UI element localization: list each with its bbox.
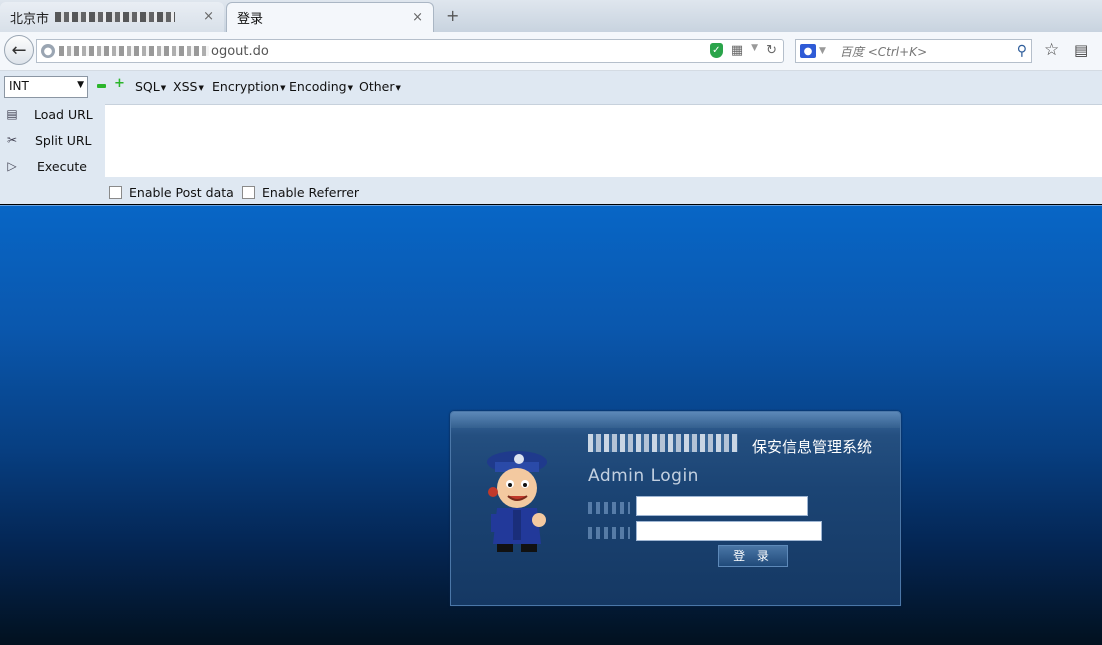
shield-icon[interactable]: ✓ bbox=[709, 43, 723, 58]
url-text: ogout.do bbox=[211, 43, 269, 59]
menu-sql[interactable]: SQL▼ bbox=[135, 79, 166, 94]
chevron-down-icon: ▼ bbox=[160, 83, 167, 92]
chevron-down-icon: ▼ bbox=[198, 83, 204, 92]
new-tab-icon[interactable]: + bbox=[446, 6, 459, 25]
chevron-down-icon: ▼ bbox=[77, 80, 84, 90]
scissors-icon: ✂ bbox=[6, 133, 18, 147]
checkbox-box[interactable] bbox=[109, 186, 122, 199]
close-icon[interactable]: × bbox=[412, 10, 423, 25]
type-select-value: INT bbox=[9, 79, 29, 93]
navigation-bar: ← ● ogout.do ✓ ▦ ▼ ↻ ● ▼ 百度 <Ctrl+K> ⚲ bbox=[0, 32, 1102, 71]
system-title: 保安信息管理系统 bbox=[752, 438, 873, 456]
tab-label: 北京市 bbox=[10, 11, 50, 27]
redacted-url bbox=[59, 46, 209, 56]
baidu-paw-icon[interactable]: ● bbox=[800, 44, 816, 58]
back-icon[interactable]: ← bbox=[4, 35, 34, 65]
redacted-tab-title bbox=[55, 12, 176, 22]
tab-background[interactable]: 北京市 × bbox=[0, 2, 224, 32]
chevron-down-icon: ▼ bbox=[347, 83, 353, 92]
login-panel: 保安信息管理系统 Admin Login 登 录 bbox=[450, 411, 901, 606]
password-label bbox=[588, 527, 630, 539]
url-icons: ✓ ▦ ▼ ↻ bbox=[709, 43, 777, 58]
checkbox-box[interactable] bbox=[242, 186, 255, 199]
load-url-icon: ▤ bbox=[6, 107, 18, 121]
login-button[interactable]: 登 录 bbox=[718, 545, 788, 567]
admin-login-heading: Admin Login bbox=[588, 466, 699, 486]
page-background: 保安信息管理系统 Admin Login 登 录 bbox=[0, 205, 1102, 645]
tab-strip: 北京市 × 登录 × + bbox=[0, 0, 1102, 32]
username-label bbox=[588, 502, 630, 514]
menu-xss[interactable]: XSS▼ bbox=[173, 79, 204, 94]
qr-code-icon[interactable]: ▦ bbox=[731, 43, 743, 58]
chevron-down-icon: ▼ bbox=[395, 83, 401, 92]
username-field[interactable] bbox=[636, 496, 808, 516]
search-bar[interactable]: ● ▼ 百度 <Ctrl+K> ⚲ bbox=[795, 39, 1032, 63]
load-url-button[interactable]: ▤ Load URL bbox=[0, 102, 104, 126]
close-icon[interactable]: × bbox=[203, 9, 214, 24]
enable-post-data-checkbox[interactable]: Enable Post data bbox=[109, 185, 234, 200]
reading-list-icon[interactable]: ▤ bbox=[1074, 41, 1088, 59]
type-select[interactable]: INT ▼ bbox=[4, 76, 88, 98]
redacted-organization-name bbox=[588, 434, 738, 452]
password-field[interactable] bbox=[636, 521, 822, 541]
play-icon: ▷ bbox=[7, 159, 17, 173]
chevron-down-icon[interactable]: ▼ bbox=[819, 46, 826, 56]
url-textarea[interactable] bbox=[105, 104, 1102, 177]
globe-icon: ● bbox=[41, 44, 55, 58]
address-bar[interactable]: ● ogout.do ✓ ▦ ▼ ↻ bbox=[36, 39, 784, 63]
chevron-down-icon[interactable]: ▼ bbox=[751, 43, 758, 58]
reload-icon[interactable]: ↻ bbox=[766, 43, 777, 58]
hackbar: INT ▼ + SQL▼ XSS▼ Encryption▼ Encoding▼ … bbox=[0, 71, 1102, 204]
minus-icon[interactable] bbox=[97, 84, 106, 88]
plus-icon[interactable]: + bbox=[114, 77, 125, 90]
execute-button[interactable]: ▷ Execute bbox=[0, 154, 104, 178]
split-url-button[interactable]: ✂ Split URL bbox=[0, 128, 104, 152]
tab-label: 登录 bbox=[237, 12, 264, 27]
menu-other[interactable]: Other▼ bbox=[359, 79, 401, 94]
menu-encoding[interactable]: Encoding▼ bbox=[289, 79, 353, 94]
bookmark-star-icon[interactable]: ☆ bbox=[1044, 40, 1059, 60]
tab-login[interactable]: 登录 × bbox=[226, 2, 434, 32]
police-mascot-icon bbox=[487, 451, 547, 552]
search-icon[interactable]: ⚲ bbox=[1017, 43, 1027, 59]
enable-referrer-checkbox[interactable]: Enable Referrer bbox=[242, 185, 359, 200]
chevron-down-icon: ▼ bbox=[280, 83, 286, 92]
panel-header-stripe bbox=[451, 412, 900, 428]
search-placeholder[interactable]: 百度 <Ctrl+K> bbox=[840, 43, 927, 60]
menu-encryption[interactable]: Encryption▼ bbox=[212, 79, 286, 94]
